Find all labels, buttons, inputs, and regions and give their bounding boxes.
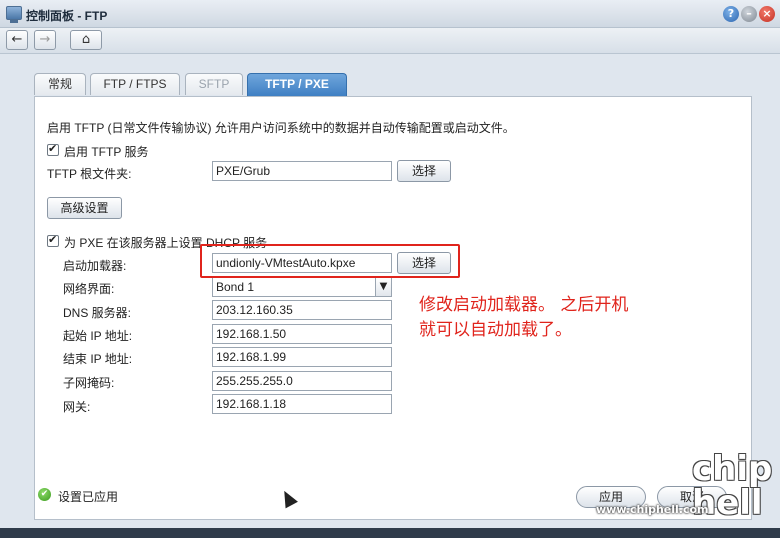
gateway-label: 网关: xyxy=(63,400,91,414)
chiphell-logo: chip hell xyxy=(692,449,773,523)
end-ip-field[interactable]: 192.168.1.99 xyxy=(212,347,392,367)
boot-loader-highlight-box xyxy=(200,244,460,278)
status-text: 设置已应用 xyxy=(58,490,119,504)
help-button[interactable]: ? xyxy=(723,6,739,22)
boot-loader-label: 启动加载器: xyxy=(63,259,127,273)
watermark-url: www.chiphell.com xyxy=(596,503,709,516)
end-ip-label: 结束 IP 地址: xyxy=(63,352,133,366)
back-button[interactable]: ← xyxy=(6,30,28,50)
forward-button[interactable]: → xyxy=(34,30,56,50)
tab-general[interactable]: 常规 xyxy=(34,73,86,95)
tftp-description: 启用 TFTP (日常文件传输协议) 允许用户访问系统中的数据并自动传输配置或启… xyxy=(47,121,515,135)
annotation-line-1: 修改启动加载器。 之后开机 xyxy=(419,295,629,315)
dns-field[interactable]: 203.12.160.35 xyxy=(212,300,392,320)
advanced-settings-button[interactable]: 高级设置 xyxy=(47,197,122,219)
title-bar: 控制面板 - FTP ? – × xyxy=(0,0,780,28)
start-ip-field[interactable]: 192.168.1.50 xyxy=(212,324,392,344)
network-interface-value: Bond 1 xyxy=(216,280,255,294)
tab-sftp[interactable]: SFTP xyxy=(185,73,243,95)
tftp-root-label: TFTP 根文件夹: xyxy=(47,167,132,181)
enable-tftp-label: 启用 TFTP 服务 xyxy=(64,145,149,159)
annotation-text: 修改启动加载器。 之后开机 就可以自动加载了。 xyxy=(419,293,669,343)
dns-label: DNS 服务器: xyxy=(63,306,132,320)
tftp-root-select-button[interactable]: 选择 xyxy=(397,160,451,182)
minimize-button[interactable]: – xyxy=(741,6,757,22)
control-panel-icon xyxy=(6,6,22,23)
pxe-dhcp-checkbox[interactable] xyxy=(47,233,59,247)
desktop-background xyxy=(0,528,780,538)
annotation-line-2: 就可以自动加载了。 xyxy=(419,320,572,340)
chevron-down-icon[interactable]: ▼ xyxy=(375,278,391,296)
close-button[interactable]: × xyxy=(759,6,775,22)
subnet-label: 子网掩码: xyxy=(63,376,115,390)
tab-tftp-pxe[interactable]: TFTP / PXE xyxy=(247,73,347,96)
start-ip-label: 起始 IP 地址: xyxy=(63,329,133,343)
network-interface-select[interactable]: Bond 1 ▼ xyxy=(212,277,392,297)
subnet-field[interactable]: 255.255.255.0 xyxy=(212,371,392,391)
network-interface-label: 网络界面: xyxy=(63,282,115,296)
tab-ftp-ftps[interactable]: FTP / FTPS xyxy=(90,73,180,95)
home-button[interactable]: ⌂ xyxy=(70,30,102,50)
gateway-field[interactable]: 192.168.1.18 xyxy=(212,394,392,414)
window-title: 控制面板 - FTP xyxy=(26,9,108,23)
navigation-bar: ← → ⌂ xyxy=(0,28,780,54)
check-circle-icon: ✔ xyxy=(38,488,51,501)
tftp-root-field[interactable]: PXE/Grub xyxy=(212,161,392,181)
enable-tftp-checkbox[interactable] xyxy=(47,142,59,156)
